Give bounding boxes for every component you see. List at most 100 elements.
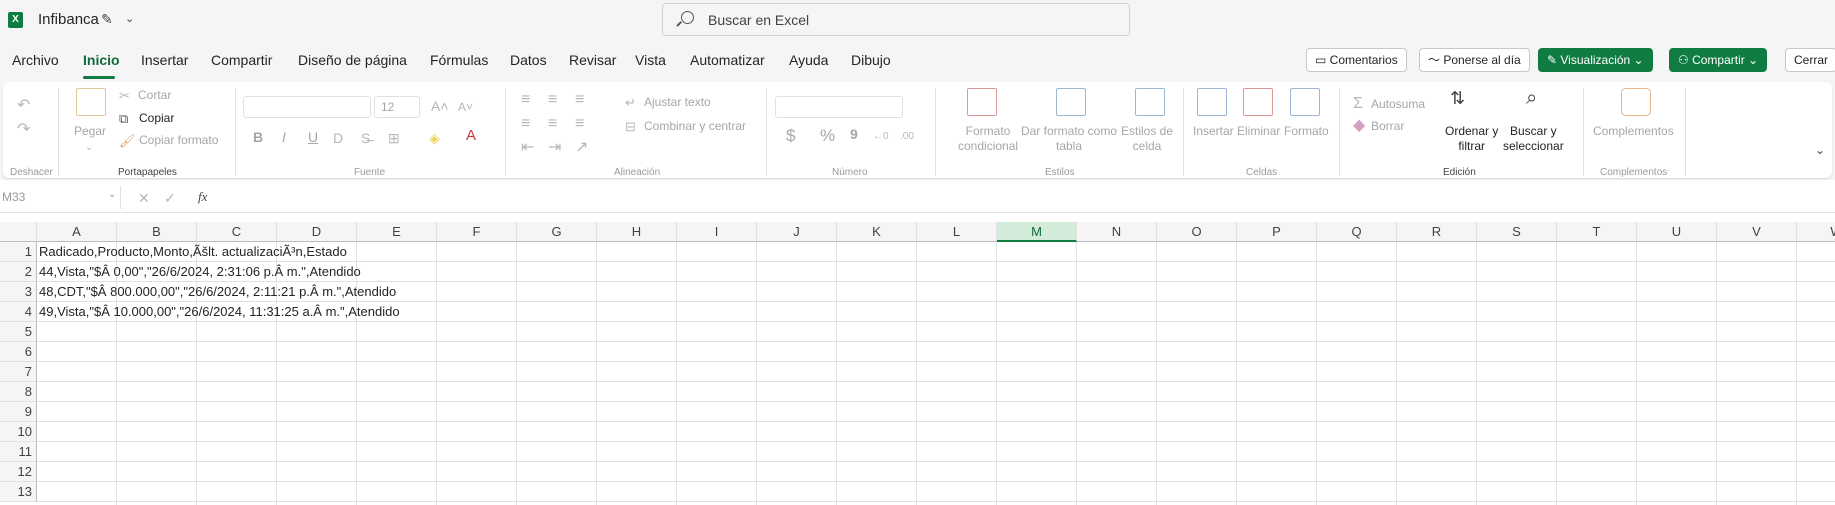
fill-color-icon[interactable]: ◈ [429,130,440,146]
insert-cells-icon[interactable] [1197,88,1227,116]
paste-icon[interactable] [76,88,106,116]
column-header-D[interactable]: D [277,222,357,242]
percent-button[interactable]: % [820,126,835,146]
cut-button[interactable]: Cortar [138,88,171,102]
column-header-B[interactable]: B [117,222,197,242]
row-header-6[interactable]: 6 [0,342,37,362]
decrease-decimal-icon[interactable]: .00 [900,129,914,145]
format-cells-button[interactable]: Formato [1284,124,1329,138]
tab-formulas[interactable]: Fórmulas [430,52,488,68]
tab-diseno[interactable]: Diseño de página [298,52,407,68]
column-header-I[interactable]: I [677,222,757,242]
wrap-text-button[interactable]: Ajustar texto [644,95,711,109]
font-color-icon[interactable]: A [466,128,476,144]
column-header-J[interactable]: J [757,222,837,242]
sort-filter-button[interactable]: Ordenar y filtrar [1445,124,1498,154]
column-header-Q[interactable]: Q [1317,222,1397,242]
close-button[interactable]: Cerrar [1785,48,1835,72]
catchup-button[interactable]: 〜 Ponerse al día [1419,48,1530,72]
name-box[interactable]: M33 ⌄ [0,186,121,209]
find-select-button[interactable]: Buscar y seleccionar [1503,124,1564,154]
underline-button[interactable]: U [308,129,318,145]
conditional-format-button[interactable]: Formato condicional [958,124,1018,154]
enter-icon[interactable]: ✓ [164,190,176,206]
share-button[interactable]: ⚇ Compartir ⌄ [1669,48,1768,72]
conditional-format-icon[interactable] [967,88,997,116]
tab-vista[interactable]: Vista [635,52,666,68]
paste-label[interactable]: Pegar [74,124,106,138]
tab-archivo[interactable]: Archivo [12,52,59,68]
row-header-4[interactable]: 4 [0,302,37,322]
format-painter-button[interactable]: Copiar formato [139,133,218,147]
italic-button[interactable]: I [282,129,286,145]
increase-indent-icon[interactable]: ⇥ [548,140,561,156]
row-header-11[interactable]: 11 [0,442,37,462]
format-cells-icon[interactable] [1290,88,1320,116]
column-header-W[interactable]: W [1797,222,1835,242]
borders-icon[interactable]: ⊞ [388,130,400,146]
column-header-U[interactable]: U [1637,222,1717,242]
column-header-N[interactable]: N [1077,222,1157,242]
delete-cells-icon[interactable] [1243,88,1273,116]
column-header-H[interactable]: H [597,222,677,242]
tab-automatizar[interactable]: Automatizar [690,52,765,68]
tab-inicio[interactable]: Inicio [83,52,120,68]
comments-button[interactable]: ▭ Comentarios [1306,48,1407,72]
strikethrough-icon[interactable]: S̶ [361,130,370,146]
column-header-E[interactable]: E [357,222,437,242]
number-format-dropdown[interactable] [775,96,903,118]
tab-revisar[interactable]: Revisar [569,52,616,68]
tab-compartir[interactable]: Compartir [211,52,272,68]
row-header-2[interactable]: 2 [0,262,37,282]
column-header-K[interactable]: K [837,222,917,242]
autosum-button[interactable]: Autosuma [1371,97,1425,111]
column-header-P[interactable]: P [1237,222,1317,242]
decrease-indent-icon[interactable]: ⇤ [521,140,534,156]
format-as-table-button[interactable]: Dar formato como tabla [1021,124,1117,154]
chevron-down-icon[interactable]: ⌄ [125,12,134,25]
orientation-icon[interactable]: ↗ [575,140,588,156]
cell-styles-icon[interactable] [1135,88,1165,116]
row-header-10[interactable]: 10 [0,422,37,442]
cell-styles-button[interactable]: Estilos de celda [1121,124,1173,154]
font-family-dropdown[interactable] [243,96,371,118]
align-middle-icon[interactable]: ≡ [548,92,557,108]
currency-button[interactable]: $ [786,126,795,146]
bold-button[interactable]: B [253,129,263,145]
undo-icon[interactable]: ↶ [17,98,30,114]
column-header-R[interactable]: R [1397,222,1477,242]
redo-icon[interactable]: ↷ [17,122,30,138]
cell-A1[interactable]: Radicado,Producto,Monto,Ãšlt. actualizac… [39,242,347,262]
cell-A3[interactable]: 48,CDT,"$Â 800.000,00","26/6/2024, 2:11:… [39,282,396,302]
align-left-icon[interactable]: ≡ [521,116,530,132]
chevron-down-icon[interactable]: ⌄ [85,140,93,156]
view-mode-button[interactable]: ✎ Visualización ⌄ [1538,48,1653,72]
column-header-M[interactable]: M [997,222,1077,242]
decrease-font-icon[interactable]: A˅ [458,99,473,115]
tab-ayuda[interactable]: Ayuda [789,52,828,68]
column-header-L[interactable]: L [917,222,997,242]
column-header-F[interactable]: F [437,222,517,242]
row-header-5[interactable]: 5 [0,322,37,342]
cell-A4[interactable]: 49,Vista,"$Â 10.000,00","26/6/2024, 11:3… [39,302,400,322]
column-header-A[interactable]: A [37,222,117,242]
expand-ribbon-icon[interactable]: ⌄ [1815,142,1825,158]
addins-icon[interactable] [1621,88,1651,116]
column-header-V[interactable]: V [1717,222,1797,242]
column-header-C[interactable]: C [197,222,277,242]
align-top-icon[interactable]: ≡ [521,92,530,108]
delete-cells-button[interactable]: Eliminar [1237,124,1280,138]
format-table-icon[interactable] [1056,88,1086,116]
increase-font-icon[interactable]: A˄ [431,98,449,114]
cell-A2[interactable]: 44,Vista,"$Â 0,00","26/6/2024, 2:31:06 p… [39,262,361,282]
font-size-dropdown[interactable]: 12 [374,96,420,118]
tab-dibujo[interactable]: Dibujo [851,52,891,68]
addins-button[interactable]: Complementos [1593,124,1674,138]
worksheet-grid[interactable]: ABCDEFGHIJKLMNOPQRSTUVW 1234567891011121… [0,222,1835,505]
tab-datos[interactable]: Datos [510,52,547,68]
insert-cells-button[interactable]: Insertar [1193,124,1234,138]
double-underline-icon[interactable]: D [333,130,343,146]
row-header-13[interactable]: 13 [0,482,37,502]
edit-icon[interactable]: ✎ [101,11,113,28]
clear-button[interactable]: Borrar [1371,119,1404,133]
